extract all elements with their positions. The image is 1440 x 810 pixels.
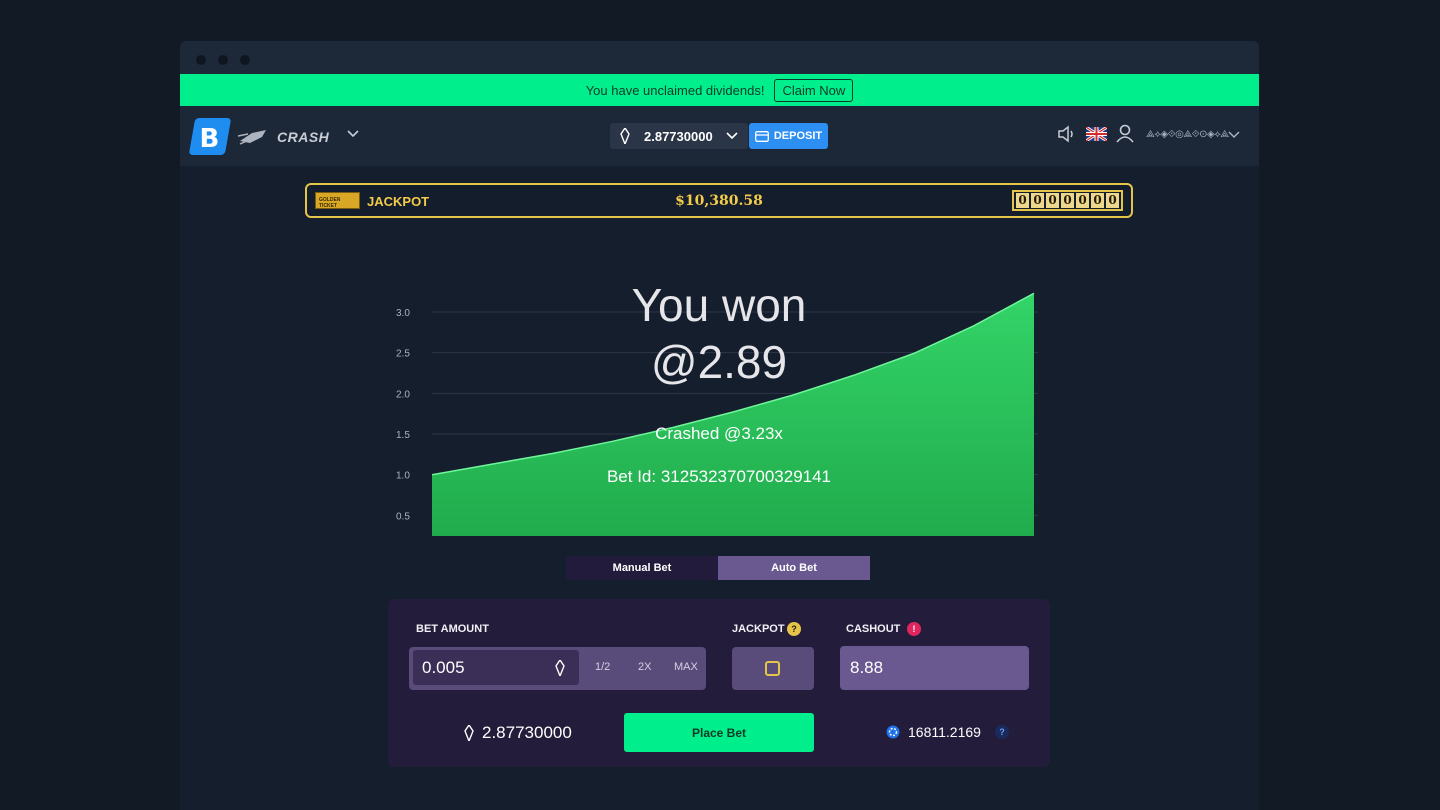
site-logo[interactable]: B: [188, 118, 232, 155]
y-tick-label: 3.0: [396, 308, 410, 319]
jackpot-digit: 0: [1106, 193, 1119, 208]
rocket-icon: [238, 130, 266, 145]
jackpot-digit: 0: [1031, 193, 1044, 208]
chips-help-icon[interactable]: ?: [994, 725, 1009, 739]
uk-flag-icon[interactable]: [1086, 127, 1107, 141]
jackpot-help-icon[interactable]: ?: [787, 622, 801, 636]
username[interactable]: ⟁⟡◈⟐◎⟁⟐⊙◈⟡⟁: [1146, 129, 1229, 140]
y-tick-label: 2.5: [396, 349, 410, 360]
jackpot-bar: GOLDEN TICKET JACKPOT $10,380.58 0 0 0 0…: [305, 183, 1133, 218]
window-minimize-dot[interactable]: [218, 55, 228, 65]
tab-manual-bet[interactable]: Manual Bet: [566, 556, 718, 580]
bet-id-text: Bet Id: 312532370700329141: [607, 467, 831, 486]
half-bet-button[interactable]: 1/2: [595, 661, 610, 673]
bet-panel: BET AMOUNT JACKPOT ? CASHOUT ! 1/2 2X MA…: [388, 599, 1050, 767]
y-tick-label: 0.5: [396, 511, 410, 522]
result-line-1: You won: [632, 279, 807, 331]
chip-icon: [886, 725, 900, 739]
wallet-balance: 2.87730000: [644, 129, 713, 144]
deposit-label: DEPOSIT: [773, 130, 823, 142]
wallet-icon: [754, 130, 769, 142]
eos-icon: [620, 128, 630, 144]
logo-letter: B: [199, 124, 220, 154]
window-close-dot[interactable]: [196, 55, 206, 65]
browser-window: You have unclaimed dividends! Claim Now …: [180, 41, 1259, 810]
jackpot-option-label: JACKPOT: [732, 623, 785, 635]
bet-amount-label: BET AMOUNT: [416, 623, 489, 635]
place-bet-button[interactable]: Place Bet: [624, 713, 814, 752]
game-name[interactable]: CRASH: [277, 129, 329, 145]
bet-amount-group: 1/2 2X MAX: [409, 647, 706, 690]
jackpot-amount: $10,380.58: [675, 193, 763, 209]
jackpot-checkbox[interactable]: [765, 661, 780, 676]
chips-display: 16811.2169 ?: [886, 724, 1009, 740]
eos-icon: [464, 725, 474, 741]
jackpot-digit: 0: [1016, 193, 1029, 208]
deposit-button[interactable]: DEPOSIT: [749, 123, 828, 149]
double-bet-button[interactable]: 2X: [638, 661, 651, 673]
crashed-text: Crashed @3.23x: [655, 424, 783, 443]
result-line-2: @2.89: [651, 336, 787, 388]
crash-chart: 3.02.52.01.51.00.50.0 You won @2.89 Cras…: [396, 279, 1038, 536]
window-titlebar: [180, 41, 1259, 74]
cashout-input[interactable]: [840, 646, 1029, 690]
bet-mode-tabs: Manual Bet Auto Bet: [566, 556, 870, 580]
wallet-selector[interactable]: 2.87730000: [610, 123, 748, 149]
jackpot-digits: 0 0 0 0 0 0 0: [1012, 190, 1123, 211]
cashout-label: CASHOUT: [846, 623, 901, 635]
chevron-down-icon: [726, 132, 738, 140]
window-maximize-dot[interactable]: [240, 55, 250, 65]
jackpot-toggle[interactable]: [732, 647, 814, 690]
dividends-message: You have unclaimed dividends!: [585, 82, 765, 98]
cashout-warning-icon[interactable]: !: [907, 622, 921, 636]
chevron-down-icon[interactable]: [1228, 130, 1240, 140]
jackpot-digit: 0: [1091, 193, 1104, 208]
y-tick-label: 1.5: [396, 430, 410, 441]
user-icon[interactable]: [1115, 123, 1135, 143]
y-tick-label: 1.0: [396, 471, 410, 482]
chips-value: 16811.2169: [908, 724, 981, 740]
balance-value: 2.87730000: [482, 723, 572, 742]
max-bet-button[interactable]: MAX: [674, 661, 698, 673]
balance-display: 2.87730000: [464, 723, 572, 743]
speaker-icon[interactable]: [1056, 124, 1076, 144]
dividends-banner: You have unclaimed dividends! Claim Now: [180, 74, 1259, 106]
tab-auto-bet[interactable]: Auto Bet: [718, 556, 870, 580]
jackpot-digit: 0: [1076, 193, 1089, 208]
jackpot-digit: 0: [1046, 193, 1059, 208]
y-tick-label: 2.0: [396, 389, 410, 400]
eos-icon: [555, 660, 565, 676]
top-navbar: B CRASH 2.87730000 DEPOSIT ⟁⟡◈⟐◎⟁⟐⊙◈⟡⟁: [180, 106, 1259, 166]
claim-now-button[interactable]: Claim Now: [774, 78, 854, 102]
chevron-down-icon[interactable]: [346, 126, 360, 140]
jackpot-digit: 0: [1061, 193, 1074, 208]
